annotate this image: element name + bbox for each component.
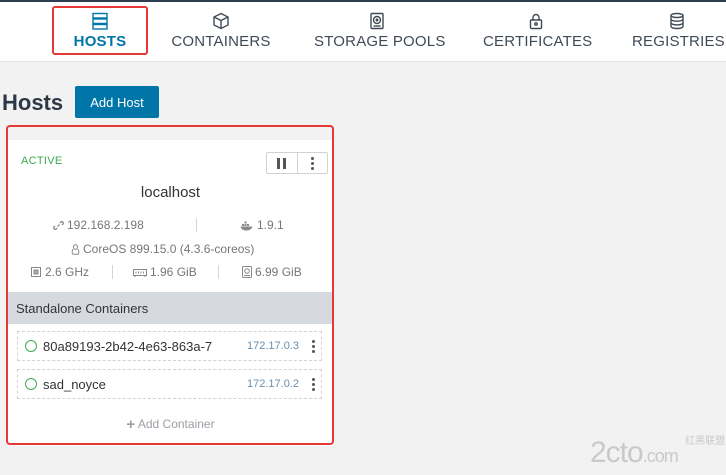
watermark-suffix: .com (642, 446, 679, 466)
tab-storage-pools-label: STORAGE POOLS (314, 33, 446, 50)
tab-containers[interactable]: CONTAINERS (170, 10, 272, 56)
lock-icon (529, 13, 543, 30)
tab-registries[interactable]: REGISTRIES (632, 10, 725, 56)
tab-certificates-label: CERTIFICATES (483, 33, 593, 50)
tab-certificates[interactable]: CERTIFICATES (483, 10, 593, 56)
tab-containers-label: CONTAINERS (171, 33, 271, 50)
hard-drive-icon (370, 12, 384, 30)
tab-registries-label: REGISTRIES (632, 33, 725, 50)
database-icon (670, 12, 684, 30)
watermark-small: 红黑联盟 (685, 436, 726, 447)
page-title: Hosts (2, 90, 64, 115)
highlight-box-hosts-tab (52, 6, 148, 55)
cube-icon (213, 12, 229, 30)
watermark-text: 2cto (590, 436, 644, 469)
highlight-box-host-card (6, 125, 334, 445)
tab-storage-pools[interactable]: STORAGE POOLS (314, 10, 446, 56)
add-host-button[interactable]: Add Host (75, 86, 159, 118)
watermark: 2cto.com 红黑联盟 (590, 432, 725, 470)
